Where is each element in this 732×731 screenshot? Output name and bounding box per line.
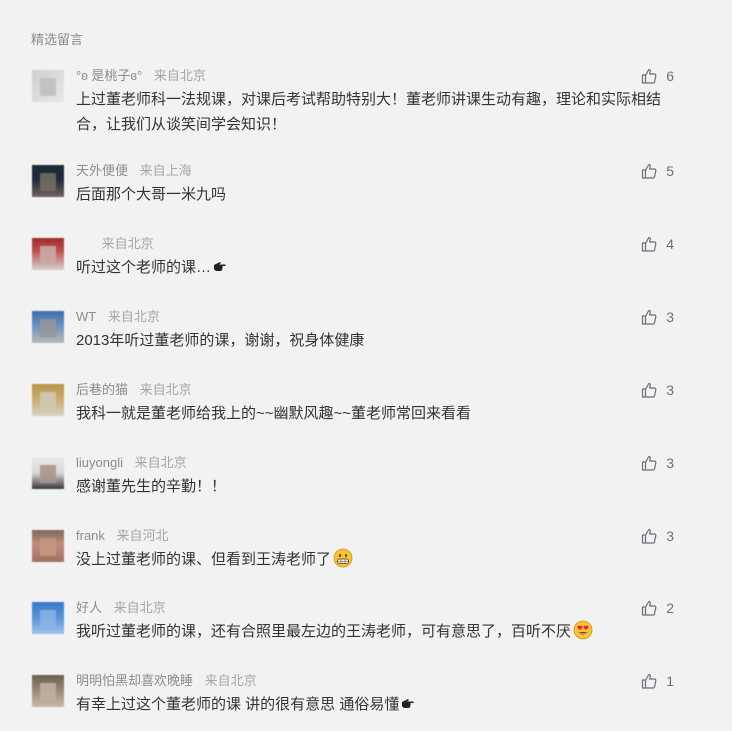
avatar[interactable] — [32, 530, 64, 562]
comment-location: 来自上海 — [139, 163, 192, 178]
like-count: 6 — [666, 68, 674, 84]
heart-eyes-emoji — [573, 620, 593, 640]
like-count: 5 — [666, 163, 674, 179]
like-count: 1 — [666, 673, 674, 689]
comment-text-row: 没上过董老师的课、但看到王涛老师了 — [76, 547, 686, 572]
avatar[interactable] — [32, 457, 64, 489]
comment-item: 来自北京 4 听过这个老师的课… — [32, 234, 674, 294]
like-count: 2 — [666, 600, 674, 616]
comment-nickname: 明明怕黑却喜欢晚睡 — [76, 673, 194, 688]
comment-item: frank 来自河北 3 没上过董老师的课、但看到王涛老师了 — [32, 526, 674, 586]
avatar[interactable] — [32, 311, 64, 343]
like-count: 3 — [666, 455, 674, 471]
comment-location: 来自北京 — [101, 236, 154, 251]
comment-text-row: 我听过董老师的课，还有合照里最左边的王涛老师，可有意思了，百听不厌 — [76, 619, 686, 644]
like-count: 3 — [666, 528, 674, 544]
comment-nickname: °ʚ 是桃子ɞ° — [76, 68, 143, 83]
like-button[interactable]: 2 — [641, 598, 674, 618]
comment-nickname: frank — [76, 528, 105, 543]
comment-item: 明明怕黑却喜欢晚睡 来自北京 1 有幸上过这个董老师的课 讲的很有意思 通俗易懂 — [32, 671, 674, 731]
comment-text: 上过董老师科一法规课，对课后考试帮助特别大！董老师讲课生动有趣，理论和实际相结合… — [76, 91, 662, 133]
comment-nickname: 好人 — [76, 600, 103, 615]
thumbs-up-icon — [641, 601, 657, 616]
like-count: 4 — [666, 236, 674, 252]
like-button[interactable]: 6 — [641, 66, 674, 86]
comment-location: 来自北京 — [153, 68, 206, 83]
comment-nickname: 天外便便 — [76, 163, 129, 178]
comment-location: 来自北京 — [204, 673, 257, 688]
pointing-hand-emoji — [402, 699, 415, 708]
thumbs-up-icon — [641, 456, 657, 471]
thumbs-up-icon — [641, 69, 657, 84]
comment-text-row: 听过这个老师的课… — [76, 255, 686, 280]
like-button[interactable]: 3 — [641, 453, 674, 473]
comment-text: 后面那个大哥一米九吗 — [76, 186, 227, 203]
comment-text-row: 有幸上过这个董老师的课 讲的很有意思 通俗易懂 — [76, 692, 686, 717]
comment-location: 来自北京 — [139, 382, 192, 397]
avatar[interactable] — [32, 238, 64, 270]
avatar[interactable] — [32, 602, 64, 634]
avatar[interactable] — [32, 384, 64, 416]
like-button[interactable]: 5 — [641, 161, 674, 181]
thumbs-up-icon — [641, 529, 657, 544]
like-button[interactable]: 3 — [641, 526, 674, 546]
avatar[interactable] — [32, 165, 64, 197]
comment-text: 没上过董老师的课、但看到王涛老师了 — [76, 551, 332, 568]
thumbs-up-icon — [641, 310, 657, 325]
comment-item: 后巷的猫 来自北京 3 我科一就是董老师给我上的~~幽默风趣~~董老师常回来看看 — [32, 380, 674, 440]
comment-location: 来自北京 — [134, 455, 187, 470]
like-count: 3 — [666, 382, 674, 398]
comment-location: 来自北京 — [107, 309, 160, 324]
section-title: 精选留言 — [31, 32, 84, 47]
like-button[interactable]: 3 — [641, 380, 674, 400]
comment-text: 感谢董先生的辛勤！！ — [76, 478, 227, 495]
pointing-hand-emoji — [214, 262, 226, 271]
comment-location: 来自北京 — [113, 600, 166, 615]
comment-item: 天外便便 来自上海 5 后面那个大哥一米九吗 — [32, 161, 674, 221]
thumbs-up-icon — [641, 674, 657, 689]
comment-item: °ʚ 是桃子ɞ° 来自北京 6 上过董老师科一法规课，对课后考试帮助特别大！董老… — [32, 66, 674, 133]
like-count: 3 — [666, 309, 674, 325]
comment-nickname: WT — [76, 309, 97, 324]
comment-location: 来自河北 — [116, 528, 169, 543]
comment-text: 有幸上过这个董老师的课 讲的很有意思 通俗易懂 — [76, 696, 400, 713]
thumbs-up-icon — [641, 164, 657, 179]
comment-item: liuyongli 来自北京 3 感谢董先生的辛勤！！ — [32, 453, 674, 513]
comment-item: 好人 来自北京 2 我听过董老师的课，还有合照里最左边的王涛老师，可有意思了，百… — [32, 598, 674, 658]
comment-text: 我听过董老师的课，还有合照里最左边的王涛老师，可有意思了，百听不厌 — [76, 623, 572, 640]
comment-text: 2013年听过董老师的课，谢谢，祝身体健康 — [76, 332, 365, 349]
avatar[interactable] — [32, 675, 64, 707]
comment-nickname: 后巷的猫 — [76, 382, 129, 397]
comment-text: 我科一就是董老师给我上的~~幽默风趣~~董老师常回来看看 — [76, 405, 472, 422]
comment-nickname: liuyongli — [76, 455, 123, 470]
like-button[interactable]: 1 — [641, 671, 674, 691]
like-button[interactable]: 4 — [641, 234, 674, 254]
comment-text: 听过这个老师的课… — [76, 259, 212, 276]
grinning-face-emoji — [333, 548, 353, 568]
avatar[interactable] — [32, 70, 64, 102]
comment-item: WT 来自北京 3 2013年听过董老师的课，谢谢，祝身体健康 — [32, 307, 674, 367]
thumbs-up-icon — [641, 237, 657, 252]
thumbs-up-icon — [641, 383, 657, 398]
like-button[interactable]: 3 — [641, 307, 674, 327]
